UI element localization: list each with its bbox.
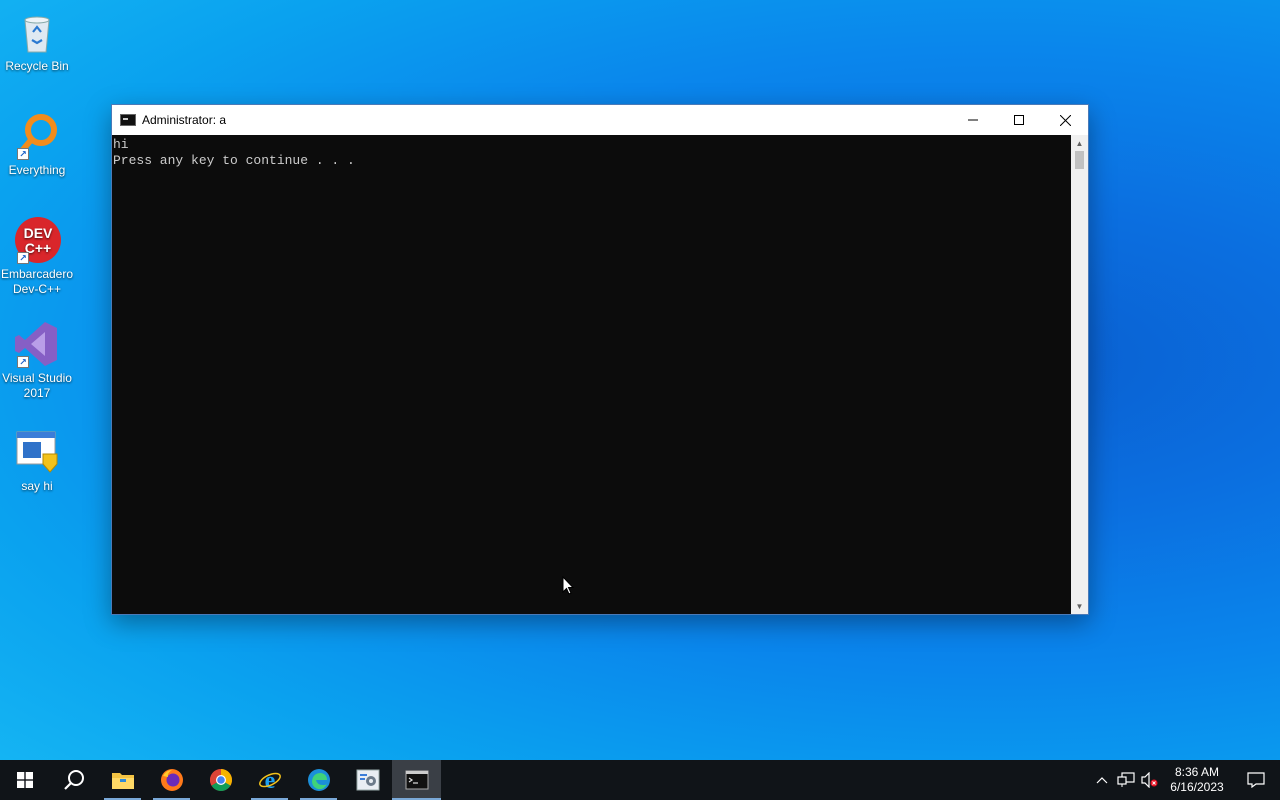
shortcut-arrow-icon: ↗ (17, 148, 29, 160)
volume-button[interactable] (1138, 760, 1162, 800)
clock-date: 6/16/2023 (1170, 780, 1224, 794)
show-hidden-icons-button[interactable] (1090, 760, 1114, 800)
desktop-icon-devcpp[interactable]: DEV C++ ↗ Embarcadero Dev-C++ (0, 216, 74, 297)
system-tray: 8:36 AM 6/16/2023 (1090, 760, 1280, 800)
shortcut-app-icon (13, 428, 61, 476)
network-icon (1117, 772, 1135, 787)
desktop-icon-label: Embarcadero Dev-C++ (0, 267, 74, 296)
taskbar-clock[interactable]: 8:36 AM 6/16/2023 (1162, 765, 1232, 795)
taskbar-internet-explorer[interactable]: e (245, 760, 294, 800)
desktop-icon-recycle-bin[interactable]: Recycle Bin (0, 8, 74, 74)
svg-text:DEV: DEV (24, 225, 53, 241)
shortcut-arrow-icon: ↗ (17, 252, 29, 264)
svg-text:e: e (264, 768, 275, 792)
taskbar-control-panel[interactable] (343, 760, 392, 800)
chrome-icon (209, 769, 232, 791)
taskbar: e 8:36 AM 6/16/2023 (0, 760, 1280, 800)
mouse-cursor-icon (562, 575, 575, 601)
recycle-bin-icon (13, 8, 61, 56)
action-center-button[interactable] (1232, 760, 1280, 800)
firefox-icon (160, 769, 183, 791)
close-icon (1059, 114, 1071, 126)
settings-app-icon (356, 769, 379, 791)
cmd-icon (120, 114, 136, 126)
console-line: Press any key to continue . . . (113, 153, 355, 168)
console-window[interactable]: Administrator: a hi Press any key to cont… (111, 104, 1089, 615)
chevron-up-icon (1096, 777, 1108, 784)
scroll-thumb[interactable] (1075, 151, 1084, 169)
close-button[interactable] (1042, 105, 1088, 135)
taskbar-edge[interactable] (294, 760, 343, 800)
folder-icon (111, 773, 134, 789)
console-output[interactable]: hi Press any key to continue . . . (112, 135, 1071, 614)
desktop-icon-say-hi[interactable]: say hi (0, 428, 74, 494)
taskbar-file-explorer[interactable] (98, 760, 147, 800)
vertical-scrollbar[interactable]: ▲ ▼ (1071, 135, 1088, 614)
edge-icon (307, 769, 330, 791)
network-button[interactable] (1114, 760, 1138, 800)
desktop-icon-label: say hi (21, 479, 53, 493)
everything-search-icon: ↗ (13, 112, 61, 160)
maximize-button[interactable] (996, 105, 1042, 135)
desktop-icon-label: Everything (8, 163, 66, 177)
volume-muted-icon (1141, 772, 1158, 788)
taskbar-chrome[interactable] (196, 760, 245, 800)
scroll-down-arrow-icon[interactable]: ▼ (1071, 598, 1088, 614)
windows-start-icon (16, 772, 33, 788)
shortcut-arrow-icon: ↗ (17, 356, 29, 368)
minimize-icon (968, 119, 978, 121)
search-icon (63, 770, 84, 790)
scroll-up-arrow-icon[interactable]: ▲ (1071, 135, 1088, 151)
taskbar-firefox[interactable] (147, 760, 196, 800)
minimize-button[interactable] (950, 105, 996, 135)
console-line: hi (113, 137, 129, 152)
taskbar-search-button[interactable] (49, 760, 98, 800)
visual-studio-icon: ↗ (13, 320, 61, 368)
window-title: Administrator: a (142, 113, 227, 127)
desktop-icon-label: Recycle Bin (5, 59, 69, 73)
taskbar-command-prompt[interactable] (392, 760, 441, 800)
ie-icon: e (258, 768, 281, 792)
desktop-icon-everything[interactable]: ↗ Everything (0, 112, 74, 178)
notification-icon (1247, 772, 1265, 788)
desktop-icon-label: Visual Studio 2017 (2, 371, 72, 400)
cmd-icon (405, 770, 428, 790)
window-titlebar[interactable]: Administrator: a (112, 105, 1088, 135)
maximize-icon (1014, 115, 1024, 125)
clock-time: 8:36 AM (1174, 765, 1220, 779)
start-button[interactable] (0, 760, 49, 800)
desktop-icon-visual-studio[interactable]: ↗ Visual Studio 2017 (0, 320, 74, 401)
devcpp-icon: DEV C++ ↗ (13, 216, 61, 264)
